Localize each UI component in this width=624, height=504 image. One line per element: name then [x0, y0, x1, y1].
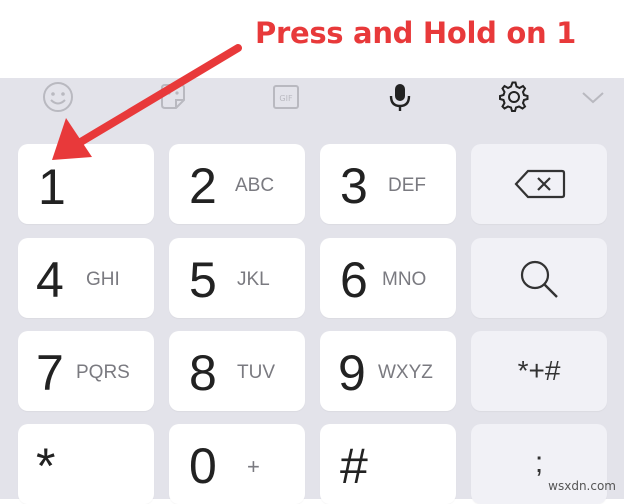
- watermark: wsxdn.com: [548, 479, 616, 493]
- annotation-arrow: [52, 44, 242, 160]
